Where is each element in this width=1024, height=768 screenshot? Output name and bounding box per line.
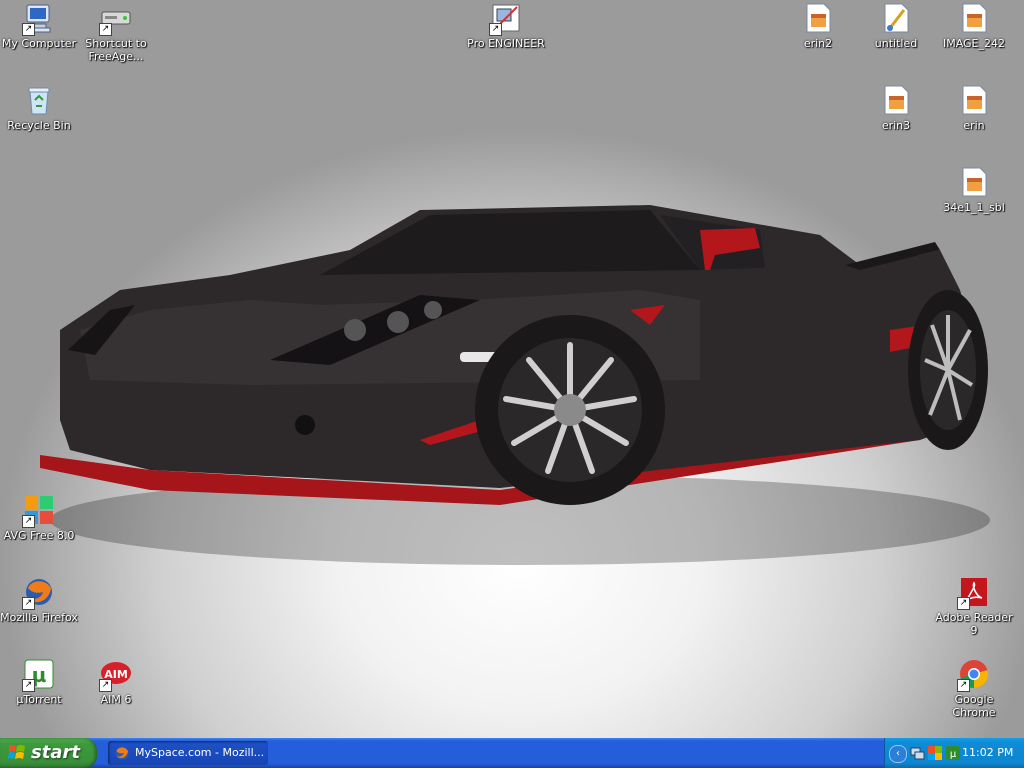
windows-security-tray-icon[interactable] — [927, 745, 943, 761]
aim-icon: AIM ↗ — [99, 658, 132, 692]
image-file-icon — [958, 84, 990, 116]
firefox-icon: ↗ — [22, 576, 55, 610]
shortcut-arrow-icon: ↗ — [99, 679, 112, 692]
recycle-bin-icon — [23, 84, 55, 116]
desktop-icon-label: My Computer — [1, 37, 77, 50]
desktop-icon-recycle-bin[interactable]: Recycle Bin — [0, 84, 78, 132]
desktop-icon-freeagent[interactable]: ↗ Shortcut to FreeAge... — [77, 2, 155, 63]
desktop-icon-label: Pro ENGINEER — [467, 37, 545, 50]
desktop-icon-erin2[interactable]: erin2 — [779, 2, 857, 50]
utorrent-icon: µ ↗ — [22, 658, 55, 692]
shortcut-arrow-icon: ↗ — [99, 23, 112, 36]
paint-file-icon — [880, 2, 912, 34]
image-file-icon — [958, 166, 990, 198]
shortcut-arrow-icon: ↗ — [22, 679, 35, 692]
desktop-icon-pro-engineer[interactable]: ↗ Pro ENGINEER — [467, 2, 545, 50]
drive-icon: ↗ — [99, 2, 132, 36]
desktop-icon-label: Shortcut to FreeAge... — [85, 37, 147, 63]
shortcut-arrow-icon: ↗ — [957, 597, 970, 610]
desktop-icon-34e1-1-sbl[interactable]: 34e1_1_sbl — [935, 166, 1013, 214]
utorrent-tray-icon[interactable]: µ — [945, 745, 961, 761]
shortcut-arrow-icon: ↗ — [22, 515, 35, 528]
pro-engineer-icon: ↗ — [489, 2, 522, 36]
desktop-icon-label: IMAGE_242 — [942, 37, 1006, 50]
svg-text:µ: µ — [950, 749, 957, 760]
image-file-icon — [958, 2, 990, 34]
network-tray-icon[interactable] — [909, 745, 925, 761]
windows-flag-icon — [8, 745, 25, 759]
desktop-icon-label: Recycle Bin — [7, 119, 71, 132]
desktop-icon-label: untitled — [874, 37, 918, 50]
desktop-icon-aim[interactable]: AIM ↗ AIM 6 — [77, 658, 155, 706]
desktop-icon-label: 34e1_1_sbl — [943, 201, 1005, 214]
desktop-icon-google-chrome[interactable]: ↗ Google Chrome — [935, 658, 1013, 719]
desktop-icon-untitled[interactable]: untitled — [857, 2, 935, 50]
desktop-icon-label: erin — [963, 119, 985, 132]
my-computer-icon: ↗ — [22, 2, 55, 36]
shortcut-arrow-icon: ↗ — [22, 23, 35, 36]
desktop[interactable]: ↗ My Computer Recycle Bin ↗ AVG Free 8.0… — [0, 0, 1024, 738]
image-file-icon — [802, 2, 834, 34]
shortcut-arrow-icon: ↗ — [22, 597, 35, 610]
taskbar-button-firefox-window[interactable]: MySpace.com - Mozill... — [108, 741, 268, 765]
desktop-icon-label: Google Chrome — [952, 693, 996, 719]
show-hidden-icons-chevron-icon[interactable]: ‹ — [889, 745, 907, 763]
desktop-icon-label: AIM 6 — [100, 693, 132, 706]
shortcut-arrow-icon: ↗ — [489, 23, 502, 36]
desktop-icon-firefox[interactable]: ↗ Mozilla Firefox — [0, 576, 78, 624]
desktop-icon-label: µTorrent — [16, 693, 62, 706]
image-file-icon — [880, 84, 912, 116]
taskbar: start MySpace.com - Mozill... ‹ µ 11:02 … — [0, 738, 1024, 768]
desktop-icon-erin3[interactable]: erin3 — [857, 84, 935, 132]
adobe-reader-icon: ↗ — [957, 576, 990, 610]
taskbar-window-title: MySpace.com - Mozill... — [135, 746, 265, 759]
desktop-icon-my-computer[interactable]: ↗ My Computer — [0, 2, 78, 50]
desktop-icon-label: Adobe Reader 9 — [935, 611, 1013, 637]
avg-icon: ↗ — [22, 494, 55, 528]
chrome-icon: ↗ — [957, 658, 990, 692]
clock[interactable]: 11:02 PM — [962, 746, 1013, 759]
desktop-icon-label: erin3 — [881, 119, 911, 132]
start-button[interactable]: start — [0, 738, 97, 768]
firefox-icon — [115, 746, 129, 760]
shortcut-arrow-icon: ↗ — [957, 679, 970, 692]
desktop-icon-label: erin2 — [803, 37, 833, 50]
desktop-icon-adobe-reader[interactable]: ↗ Adobe Reader 9 — [935, 576, 1013, 637]
desktop-icon-erin[interactable]: erin — [935, 84, 1013, 132]
desktop-icon-label: Mozilla Firefox — [0, 611, 78, 624]
desktop-icon-label: AVG Free 8.0 — [3, 529, 75, 542]
desktop-icon-utorrent[interactable]: µ ↗ µTorrent — [0, 658, 78, 706]
desktop-icon-image-242[interactable]: IMAGE_242 — [935, 2, 1013, 50]
start-label: start — [31, 742, 80, 763]
desktop-icon-avg[interactable]: ↗ AVG Free 8.0 — [0, 494, 78, 542]
